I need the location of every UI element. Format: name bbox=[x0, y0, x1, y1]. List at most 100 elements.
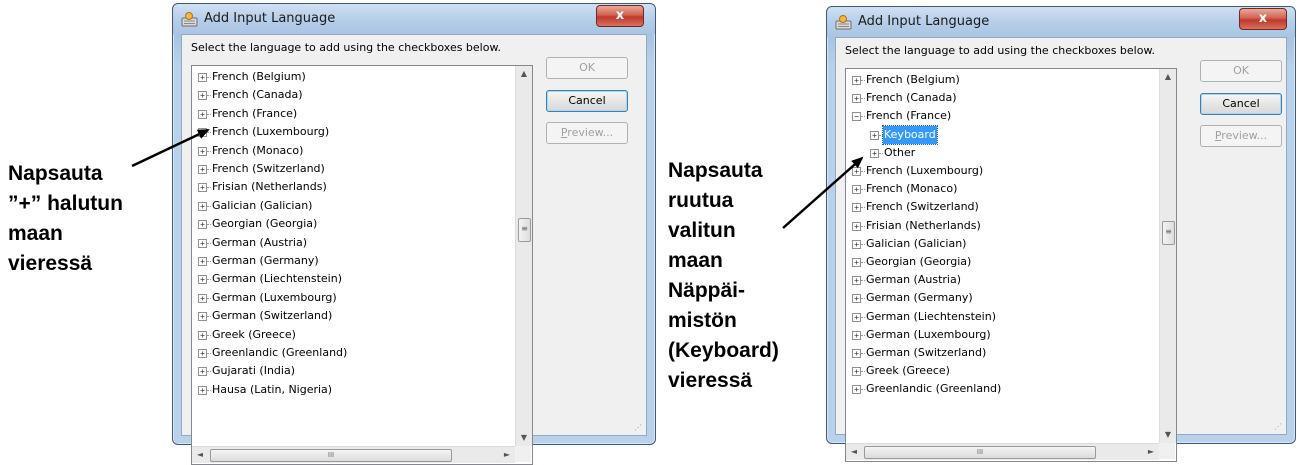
scroll-thumb[interactable]: ≡ bbox=[1162, 221, 1175, 245]
dialog-body: Select the language to add using the che… bbox=[835, 37, 1287, 462]
ok-button[interactable]: OK bbox=[1200, 60, 1282, 82]
tree-item-label: French (Monaco) bbox=[866, 182, 958, 196]
scroll-right-icon[interactable]: ► bbox=[499, 447, 515, 463]
language-tree[interactable]: + French (Belgium) + French (Canada) + French… bbox=[191, 65, 533, 465]
expand-icon[interactable]: + bbox=[198, 293, 207, 303]
keyboard-icon bbox=[181, 12, 198, 27]
expand-icon[interactable]: + bbox=[852, 385, 861, 395]
tree-item-label: French (Luxembourg) bbox=[212, 125, 330, 139]
preview-label: review... bbox=[567, 126, 614, 139]
expand-icon[interactable]: + bbox=[852, 349, 861, 358]
expand-icon[interactable]: + bbox=[852, 312, 861, 322]
scroll-corner bbox=[515, 446, 531, 462]
scroll-left-icon[interactable]: ◄ bbox=[846, 444, 862, 460]
tree-item-label: German (Austria) bbox=[212, 235, 307, 249]
expand-icon[interactable]: + bbox=[852, 239, 861, 249]
expand-icon[interactable]: + bbox=[198, 91, 207, 101]
collapse-icon[interactable]: − bbox=[852, 112, 861, 122]
expand-icon[interactable]: + bbox=[852, 221, 861, 231]
preview-button[interactable]: Preview... bbox=[546, 122, 628, 144]
annotation-right: Napsauta ruutua valitun maan Näppäi- mis… bbox=[668, 156, 779, 396]
expand-icon[interactable]: + bbox=[198, 165, 207, 174]
resize-grip-icon[interactable]: ⋰ bbox=[1274, 422, 1284, 432]
expand-icon[interactable]: + bbox=[198, 257, 207, 266]
annotation-line: vieressä bbox=[668, 369, 753, 392]
expand-icon[interactable]: + bbox=[198, 220, 207, 230]
title-bar: Add Input Language x bbox=[827, 7, 1295, 37]
expand-icon[interactable]: + bbox=[198, 385, 207, 395]
vertical-scrollbar[interactable]: ▲ ≡ ▼ bbox=[1159, 69, 1176, 443]
expand-icon[interactable]: + bbox=[870, 130, 879, 140]
expand-icon[interactable]: + bbox=[852, 76, 861, 85]
language-tree[interactable]: + French (Belgium) + French (Canada) − French… bbox=[845, 68, 1177, 462]
add-input-language-dialog: Add Input Language x Select the language… bbox=[826, 6, 1296, 462]
cancel-button[interactable]: Cancel bbox=[1200, 93, 1282, 115]
tree-item-label: Georgian (Georgia) bbox=[212, 217, 318, 231]
tree-item-label: Greek (Greece) bbox=[866, 364, 950, 378]
tree-item-label: Galician (Galician) bbox=[866, 236, 967, 250]
scroll-up-icon[interactable]: ▲ bbox=[516, 66, 532, 82]
scroll-left-icon[interactable]: ◄ bbox=[192, 447, 208, 463]
vertical-scrollbar[interactable]: ▲ ≡ ▼ bbox=[515, 66, 532, 446]
expand-icon[interactable]: + bbox=[198, 201, 207, 211]
expand-icon[interactable]: + bbox=[852, 94, 861, 104]
scroll-right-icon[interactable]: ► bbox=[1143, 444, 1159, 460]
expand-icon[interactable]: + bbox=[198, 330, 207, 340]
horizontal-scrollbar[interactable]: ◄ III ► bbox=[192, 446, 515, 463]
tree-item-label: Galician (Galician) bbox=[212, 198, 313, 212]
expand-icon[interactable]: + bbox=[198, 73, 207, 82]
tree-item-label: French (Belgium) bbox=[866, 73, 960, 86]
dialog-body: Select the language to add using the che… bbox=[181, 34, 647, 465]
tree-item-label: German (Austria) bbox=[866, 273, 961, 287]
expand-icon[interactable]: + bbox=[852, 367, 861, 377]
expand-icon[interactable]: + bbox=[852, 276, 861, 286]
scroll-thumb[interactable]: III bbox=[210, 449, 452, 462]
expand-icon[interactable]: + bbox=[852, 167, 861, 176]
close-button[interactable]: x bbox=[596, 5, 644, 27]
annotation-line: Näppäi- bbox=[668, 279, 746, 302]
tree-item-label: Frisian (Netherlands) bbox=[212, 180, 327, 194]
tree-item-label: Greek (Greece) bbox=[212, 327, 296, 341]
expand-icon[interactable]: + bbox=[198, 109, 207, 119]
expand-icon[interactable]: + bbox=[198, 312, 207, 322]
tree-item-label: German (Germany) bbox=[866, 291, 973, 305]
tree-item-label: Greenlandic (Greenland) bbox=[212, 346, 348, 359]
tree-item-label: German (Luxembourg) bbox=[866, 327, 991, 341]
scroll-down-icon[interactable]: ▼ bbox=[1160, 427, 1176, 443]
expand-icon[interactable]: + bbox=[852, 203, 861, 213]
expand-icon[interactable]: + bbox=[852, 185, 861, 195]
tree-item-label: Keyboard bbox=[882, 124, 938, 145]
annotation-line: (Keyboard) bbox=[668, 339, 779, 362]
tree-item-label: French (Luxembourg) bbox=[866, 164, 984, 177]
expand-icon[interactable]: + bbox=[198, 146, 207, 156]
expand-icon[interactable]: + bbox=[198, 367, 207, 377]
expand-icon[interactable]: + bbox=[852, 258, 861, 267]
scroll-up-icon[interactable]: ▲ bbox=[1160, 69, 1176, 85]
keyboard-icon bbox=[835, 15, 852, 30]
tree-item-label: French (France) bbox=[866, 109, 952, 123]
expand-icon[interactable]: + bbox=[870, 148, 879, 158]
tree-item-label: French (Monaco) bbox=[212, 143, 304, 157]
tree-item-label: German (Switzerland) bbox=[866, 346, 987, 359]
expand-icon[interactable]: + bbox=[198, 275, 207, 285]
ok-button[interactable]: OK bbox=[546, 57, 628, 79]
preview-button[interactable]: Preview... bbox=[1200, 125, 1282, 147]
dialog-title: Add Input Language bbox=[858, 14, 990, 29]
expand-icon[interactable]: + bbox=[198, 349, 207, 358]
cancel-button[interactable]: Cancel bbox=[546, 90, 628, 112]
horizontal-scrollbar[interactable]: ◄ III ► bbox=[846, 443, 1159, 460]
instruction-text: Select the language to add using the che… bbox=[845, 44, 1155, 57]
annotation-line: maan bbox=[8, 222, 63, 245]
tree-item-label: German (Switzerland) bbox=[212, 309, 333, 323]
scroll-down-icon[interactable]: ▼ bbox=[516, 430, 532, 446]
title-bar: Add Input Language x bbox=[173, 4, 655, 34]
expand-icon[interactable]: + bbox=[198, 183, 207, 193]
expand-icon[interactable]: + bbox=[852, 294, 861, 304]
annotation-line: maan bbox=[668, 249, 723, 272]
expand-icon[interactable]: + bbox=[852, 330, 861, 340]
expand-icon[interactable]: + bbox=[198, 238, 207, 248]
close-button[interactable]: x bbox=[1239, 8, 1287, 30]
resize-grip-icon[interactable]: ⋰ bbox=[634, 423, 644, 433]
scroll-thumb[interactable]: ≡ bbox=[518, 218, 531, 242]
expand-icon[interactable]: + bbox=[198, 128, 207, 138]
